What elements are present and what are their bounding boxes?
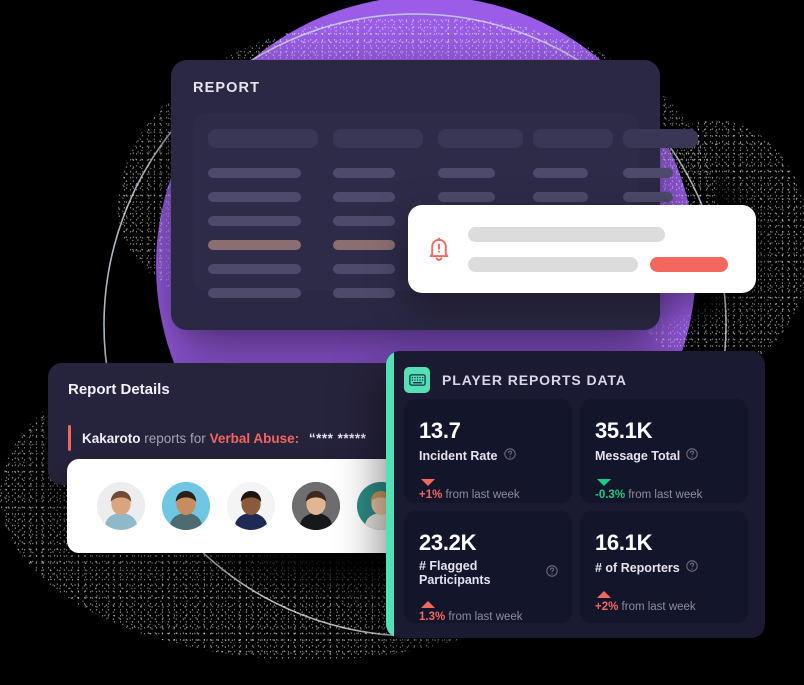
skeleton-column [208, 129, 318, 298]
player-reports-header: PLAYER REPORTS DATA [404, 367, 627, 393]
stat-label: Incident Rate [419, 449, 498, 464]
quote-connector: reports for [144, 430, 206, 446]
help-circle-icon[interactable] [686, 559, 698, 577]
stat-delta-text: +2% from last week [595, 601, 696, 613]
skeleton-row-cell [333, 264, 395, 274]
stat-delta-text: +1% from last week [419, 489, 520, 502]
report-quote-row: Kakaroto reports for Verbal Abuse: “*** … [68, 425, 398, 451]
toast-action-button[interactable] [650, 256, 728, 272]
bell-alert-icon [426, 234, 452, 264]
help-circle-icon[interactable] [503, 447, 516, 465]
stat-card: 23.2K # Flagged Participants 1.3% from las… [404, 510, 572, 623]
stat-value: 16.1K [595, 529, 653, 555]
avatar[interactable] [292, 482, 340, 530]
stat-value: 35.1K [595, 418, 653, 443]
stat-label-row: Incident Rate [419, 447, 558, 465]
skeleton-row-cell [438, 192, 495, 202]
stat-card: 13.7 Incident Rate +1% from last week [404, 399, 572, 503]
toast-placeholder-lines [468, 226, 738, 272]
stat-label-row: Message Total [595, 447, 734, 465]
stat-delta-value: +1% [419, 489, 443, 502]
skeleton-row-cell [333, 216, 395, 226]
report-quote-text: Kakaroto reports for Verbal Abuse: “*** … [82, 431, 366, 446]
stat-label: # Flagged Participants [419, 559, 491, 587]
player-reports-data-panel: PLAYER REPORTS DATA 13.7 Incident Rate +1%… [386, 351, 765, 638]
toast-line-2 [468, 256, 638, 272]
stat-value: 13.7 [419, 418, 461, 443]
toast-line-1 [468, 226, 666, 242]
stat-label-row: # of Reporters [595, 559, 734, 577]
skeleton-row-cell [533, 192, 588, 202]
stat-card: 16.1K # of Reporters +2% from last week [580, 510, 748, 623]
stat-label: Message Total [595, 449, 681, 464]
stat-delta-value: -0.3% [595, 489, 626, 502]
trend-down-icon [421, 479, 435, 487]
help-circle-icon[interactable] [546, 564, 558, 582]
player-reports-title: PLAYER REPORTS DATA [442, 372, 627, 388]
skeleton-row-cell [333, 192, 395, 202]
avatar[interactable] [227, 482, 275, 530]
stat-label: # of Reporters [595, 561, 680, 575]
skeleton-row-cell [208, 264, 301, 274]
avatar[interactable] [97, 482, 145, 530]
stats-card-grid: 13.7 Incident Rate +1% from last week 35.1K… [404, 399, 748, 623]
skeleton-header-cell [208, 129, 318, 148]
stat-label-row: # Flagged Participants [419, 559, 558, 587]
stat-value: 23.2K [419, 529, 477, 555]
skeleton-header-cell [438, 129, 523, 148]
trend-down-icon [597, 479, 611, 487]
skeleton-row-cell [533, 168, 588, 178]
report-details-title: Report Details [68, 381, 170, 398]
stat-delta-row: -0.3% from last week [595, 479, 734, 501]
stat-delta-text: -0.3% from last week [595, 489, 703, 502]
avatar-strip [67, 459, 405, 553]
skeleton-row-cell [333, 168, 395, 178]
report-reason: Verbal Abuse: [209, 430, 300, 446]
help-circle-icon[interactable] [686, 447, 698, 465]
stat-delta-row: +1% from last week [419, 479, 558, 501]
avatar[interactable] [162, 482, 210, 530]
skeleton-header-cell [533, 129, 613, 148]
skeleton-row-cell [208, 288, 301, 298]
skeleton-row-cell [208, 216, 301, 226]
masked-message: “*** ***** [308, 430, 367, 446]
stat-delta-value: +2% [595, 601, 619, 613]
stat-delta-value: 1.3% [419, 611, 446, 623]
stat-delta-row: 1.3% from last week [419, 601, 558, 623]
stat-delta-row: +2% from last week [595, 591, 734, 613]
reporter-name: Kakaroto [82, 430, 141, 446]
trend-up-icon [597, 591, 611, 598]
screenshot-root: REPORT Report Details Kakaroto reports f… [0, 0, 804, 685]
skeleton-row-cell [333, 288, 395, 298]
skeleton-row-cell [208, 192, 301, 202]
skeleton-row-highlighted [208, 240, 301, 250]
keyboard-icon [404, 367, 430, 393]
quote-accent-bar [68, 425, 71, 451]
stat-delta-text: 1.3% from last week [419, 611, 523, 623]
trend-up-icon [421, 601, 435, 608]
skeleton-row-cell [623, 168, 673, 178]
skeleton-header-cell [333, 129, 423, 148]
skeleton-row-highlighted [333, 240, 395, 250]
skeleton-row-cell [208, 168, 301, 178]
alert-toast[interactable] [408, 205, 756, 293]
skeleton-row-cell [438, 168, 495, 178]
skeleton-row-cell [623, 192, 673, 202]
stat-card: 35.1K Message Total -0.3% from last week [580, 399, 748, 503]
panel-accent-bar [386, 351, 394, 638]
report-panel-title: REPORT [193, 80, 261, 96]
skeleton-header-cell [623, 129, 698, 148]
toast-line-2-row [468, 256, 738, 272]
